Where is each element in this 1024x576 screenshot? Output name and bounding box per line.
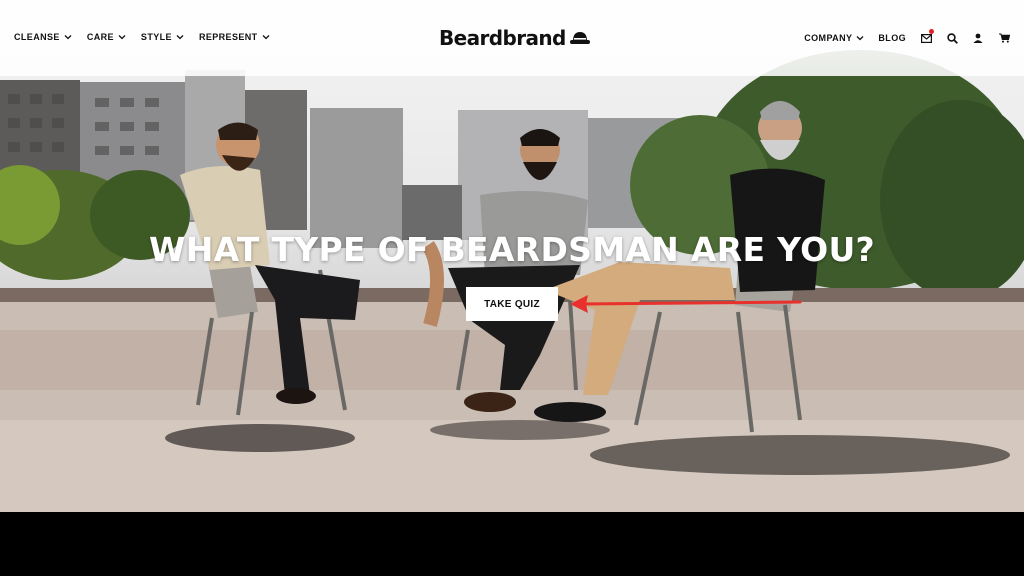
- chevron-down-icon: [118, 35, 126, 40]
- hero-headline: WHAT TYPE OF BEARDSMAN ARE YOU?: [149, 230, 875, 269]
- top-navigation: CLEANSE CARE STYLE REPRESENT Beardbrand …: [0, 0, 1024, 76]
- chevron-down-icon: [262, 35, 270, 40]
- nav-item-blog[interactable]: BLOG: [878, 33, 906, 43]
- logo-text: Beardbrand: [439, 26, 566, 50]
- arrow-annotation-icon: [570, 295, 802, 313]
- primary-nav: CLEANSE CARE STYLE REPRESENT: [14, 32, 270, 42]
- nav-item-cleanse[interactable]: CLEANSE: [14, 32, 72, 42]
- nav-item-label: CLEANSE: [14, 32, 60, 42]
- secondary-nav: COMPANY BLOG: [804, 29, 1010, 44]
- chevron-down-icon: [176, 35, 184, 40]
- nav-item-care[interactable]: CARE: [87, 32, 126, 42]
- chevron-down-icon: [64, 35, 72, 40]
- nav-item-label: COMPANY: [804, 33, 853, 43]
- bowler-hat-icon: [569, 32, 590, 44]
- nav-item-label: STYLE: [140, 32, 172, 42]
- cart-icon[interactable]: [998, 32, 1010, 44]
- take-quiz-button[interactable]: TAKE QUIZ: [466, 287, 558, 321]
- nav-item-label: REPRESENT: [198, 32, 258, 42]
- brand-logo[interactable]: Beardbrand: [439, 26, 590, 50]
- notification-dot: [929, 29, 934, 34]
- account-icon[interactable]: [972, 32, 984, 44]
- search-icon[interactable]: [946, 32, 958, 44]
- nav-item-label: CARE: [86, 32, 114, 42]
- nav-item-represent[interactable]: REPRESENT: [199, 32, 270, 42]
- chevron-down-icon: [856, 36, 864, 41]
- nav-item-company[interactable]: COMPANY: [804, 33, 864, 43]
- mail-icon[interactable]: [920, 29, 934, 44]
- page-bottom-band: [0, 512, 1024, 576]
- nav-item-label: BLOG: [878, 33, 906, 43]
- nav-item-style[interactable]: STYLE: [141, 32, 184, 42]
